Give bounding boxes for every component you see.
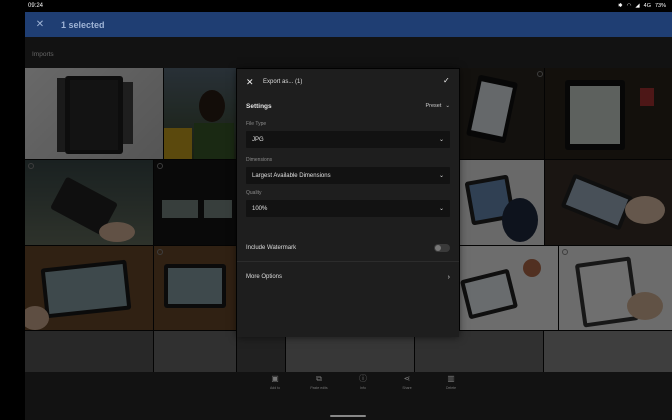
settings-row: Settings Preset ⌄ <box>246 101 450 111</box>
watermark-toggle[interactable] <box>434 244 450 252</box>
network-type: 4G <box>643 3 651 9</box>
section-label: Imports <box>25 37 672 68</box>
chevron-down-icon: ⌄ <box>445 103 450 109</box>
watermark-label: Include Watermark <box>246 245 297 251</box>
chevron-down-icon: ⌄ <box>438 173 444 179</box>
quality-value: 100% <box>252 205 268 212</box>
dialog-title: Export as... (1) <box>263 79 303 85</box>
add-to-album-icon: ▣ <box>271 374 279 383</box>
chevron-down-icon: ⌄ <box>438 206 444 212</box>
status-time: 09:24 <box>28 3 44 9</box>
watermark-row: Include Watermark <box>246 243 450 253</box>
chevron-right-icon: › <box>447 273 450 281</box>
selection-appbar: ✕ 1 selected <box>25 12 672 37</box>
info-button[interactable]: ⓘ Info <box>341 374 385 390</box>
home-indicator[interactable] <box>330 415 366 417</box>
divider <box>237 261 459 262</box>
share-icon: ⋖ <box>403 374 411 383</box>
bottom-action-bar: ▣ Add to ⧉ Paste edits ⓘ Info ⋖ Share ▥ … <box>25 372 672 420</box>
trash-icon: ▥ <box>447 374 455 383</box>
status-bar: 09:24 ✱ ◠ ◢ 4G 73% <box>0 0 672 12</box>
close-dialog-icon[interactable]: ✕ <box>246 77 254 88</box>
battery-level: 73% <box>654 3 666 9</box>
status-indicators: ✱ ◠ ◢ 4G 73% <box>618 3 666 9</box>
chevron-down-icon: ⌄ <box>438 137 444 143</box>
bluetooth-icon: ✱ <box>617 3 623 9</box>
confirm-check-icon[interactable]: ✓ <box>443 76 450 85</box>
quality-select[interactable]: 100% ⌄ <box>246 200 450 217</box>
wifi-icon: ◠ <box>626 3 632 9</box>
settings-heading: Settings <box>246 102 272 110</box>
dimensions-label: Dimensions <box>246 157 273 163</box>
add-to-button[interactable]: ▣ Add to <box>253 374 297 390</box>
quality-label: Quality <box>246 190 262 196</box>
more-options-label: More Options <box>246 274 283 280</box>
share-button[interactable]: ⋖ Share <box>385 374 429 390</box>
dialog-header: ✕ Export as... (1) ✓ <box>237 69 459 95</box>
delete-button[interactable]: ▥ Delete <box>429 374 473 390</box>
selection-title: 1 selected <box>61 19 105 30</box>
file-type-label: File Type <box>246 121 267 127</box>
toggle-knob <box>435 245 441 251</box>
dimensions-select[interactable]: Largest Available Dimensions ⌄ <box>246 167 450 184</box>
close-icon[interactable]: ✕ <box>25 19 55 30</box>
info-icon: ⓘ <box>359 374 367 383</box>
dimensions-value: Largest Available Dimensions <box>252 172 331 179</box>
file-type-select[interactable]: JPG ⌄ <box>246 131 450 148</box>
preset-dropdown[interactable]: Preset ⌄ <box>425 103 450 109</box>
preset-label: Preset <box>425 103 442 109</box>
paste-edits-icon: ⧉ <box>316 374 322 383</box>
signal-icon: ◢ <box>635 3 640 9</box>
export-dialog: ✕ Export as... (1) ✓ Settings Preset ⌄ F… <box>237 69 459 337</box>
left-edge <box>0 12 25 420</box>
file-type-value: JPG <box>252 136 264 143</box>
more-options-row[interactable]: More Options › <box>246 272 450 282</box>
paste-edits-button[interactable]: ⧉ Paste edits <box>297 374 341 390</box>
